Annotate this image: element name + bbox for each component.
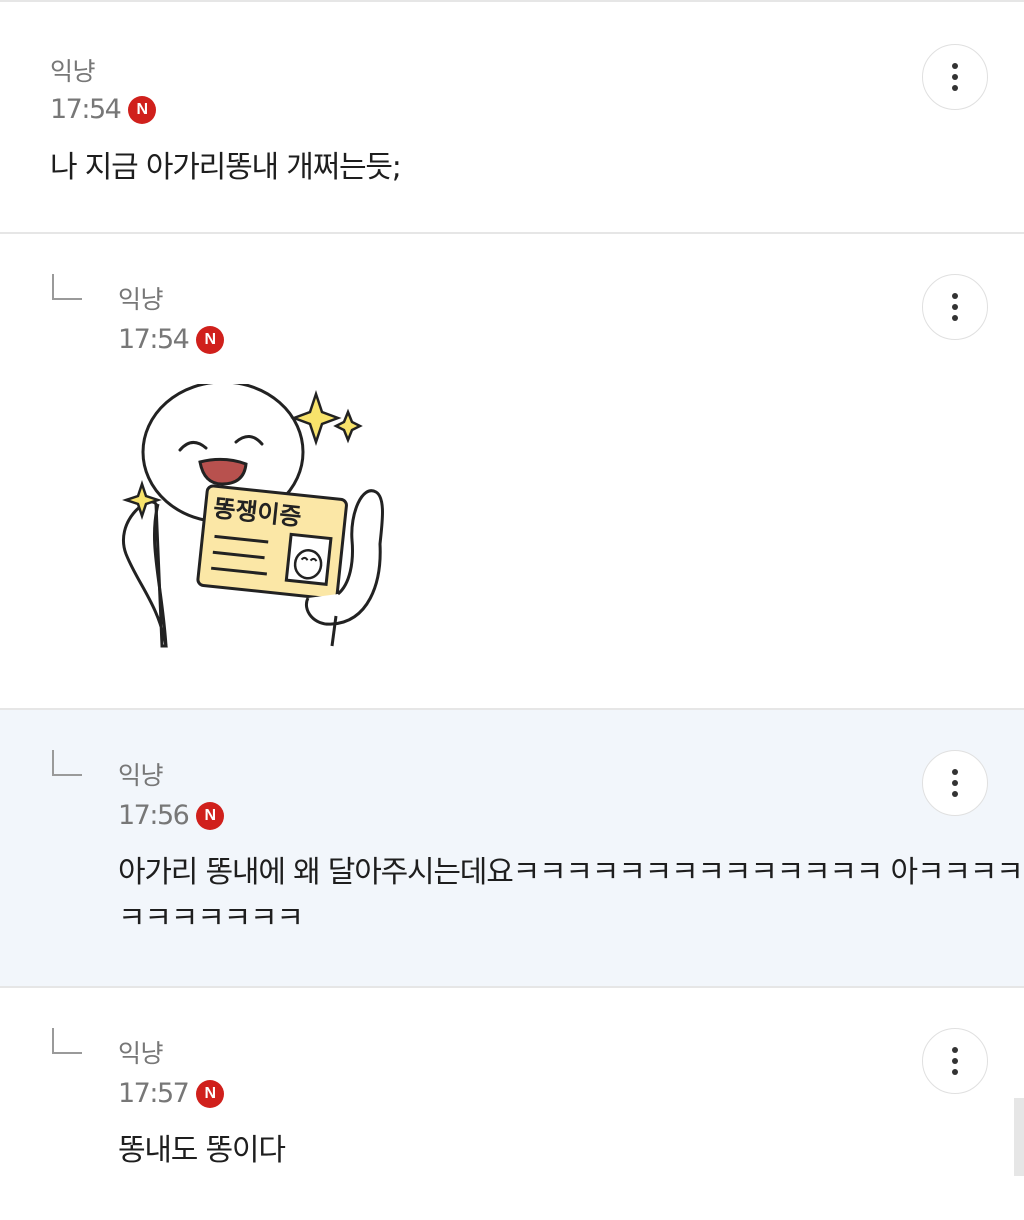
reply-item: 익냥 17:56 N 아가리 똥내에 왜 달아주시는데요ㅋㅋㅋㅋㅋㅋㅋㅋㅋㅋㅋㅋ…	[0, 710, 1024, 988]
new-badge: N	[128, 95, 157, 124]
more-vertical-icon	[952, 63, 958, 69]
comment-time: 17:54	[118, 324, 190, 355]
comment-text-line: ㅋㅋㅋㅋㅋㅋㅋ	[118, 901, 304, 936]
comment-time: 17:57	[118, 1078, 190, 1109]
scrollbar-thumb[interactable]	[1014, 1098, 1024, 1176]
comment-time: 17:54	[50, 94, 122, 125]
comment-meta: 17:56 N	[118, 800, 225, 831]
reply-indent-icon	[52, 274, 82, 300]
comment-author: 익냥	[118, 1039, 164, 1068]
comment-item: 익냥 17:54 N 나 지금 아가리똥내 개쩌는듯;	[0, 0, 1024, 234]
comment-meta: 17:54 N	[118, 324, 225, 355]
comment-time: 17:56	[118, 800, 190, 831]
more-vertical-icon	[952, 769, 958, 775]
reply-item: 익냥 17:57 N 똥내도 똥이다	[0, 988, 1024, 1220]
more-options-button[interactable]	[922, 274, 988, 340]
more-vertical-icon	[952, 293, 958, 299]
comment-text-line: 아가리 똥내에 왜 달아주시는데요ㅋㅋㅋㅋㅋㅋㅋㅋㅋㅋㅋㅋㅋㅋ 아ㅋㅋㅋㅋㅋ	[118, 855, 1024, 890]
new-badge: N	[196, 325, 225, 354]
reply-indent-icon	[52, 1028, 82, 1054]
more-options-button[interactable]	[922, 750, 988, 816]
reply-indent-icon	[52, 750, 82, 776]
more-options-button[interactable]	[922, 1028, 988, 1094]
comment-text: 나 지금 아가리똥내 개쩌는듯;	[50, 150, 402, 185]
comment-author: 익냥	[118, 761, 164, 790]
comment-author: 익냥	[118, 285, 164, 314]
comment-text: 아가리 똥내에 왜 달아주시는데요ㅋㅋㅋㅋㅋㅋㅋㅋㅋㅋㅋㅋㅋㅋ 아ㅋㅋㅋㅋㅋ ㅋ…	[118, 850, 1024, 942]
sticker-icon: 똥쟁이증	[122, 384, 384, 648]
reply-item: 익냥 17:54 N 똥쟁이증	[0, 234, 1024, 710]
new-badge: N	[196, 801, 225, 830]
new-badge: N	[196, 1079, 225, 1108]
comment-author: 익냥	[50, 57, 96, 86]
comment-meta: 17:57 N	[118, 1078, 225, 1109]
comment-meta: 17:54 N	[50, 94, 157, 125]
more-vertical-icon	[952, 1047, 958, 1053]
comment-text: 똥내도 똥이다	[118, 1133, 286, 1168]
more-options-button[interactable]	[922, 44, 988, 110]
